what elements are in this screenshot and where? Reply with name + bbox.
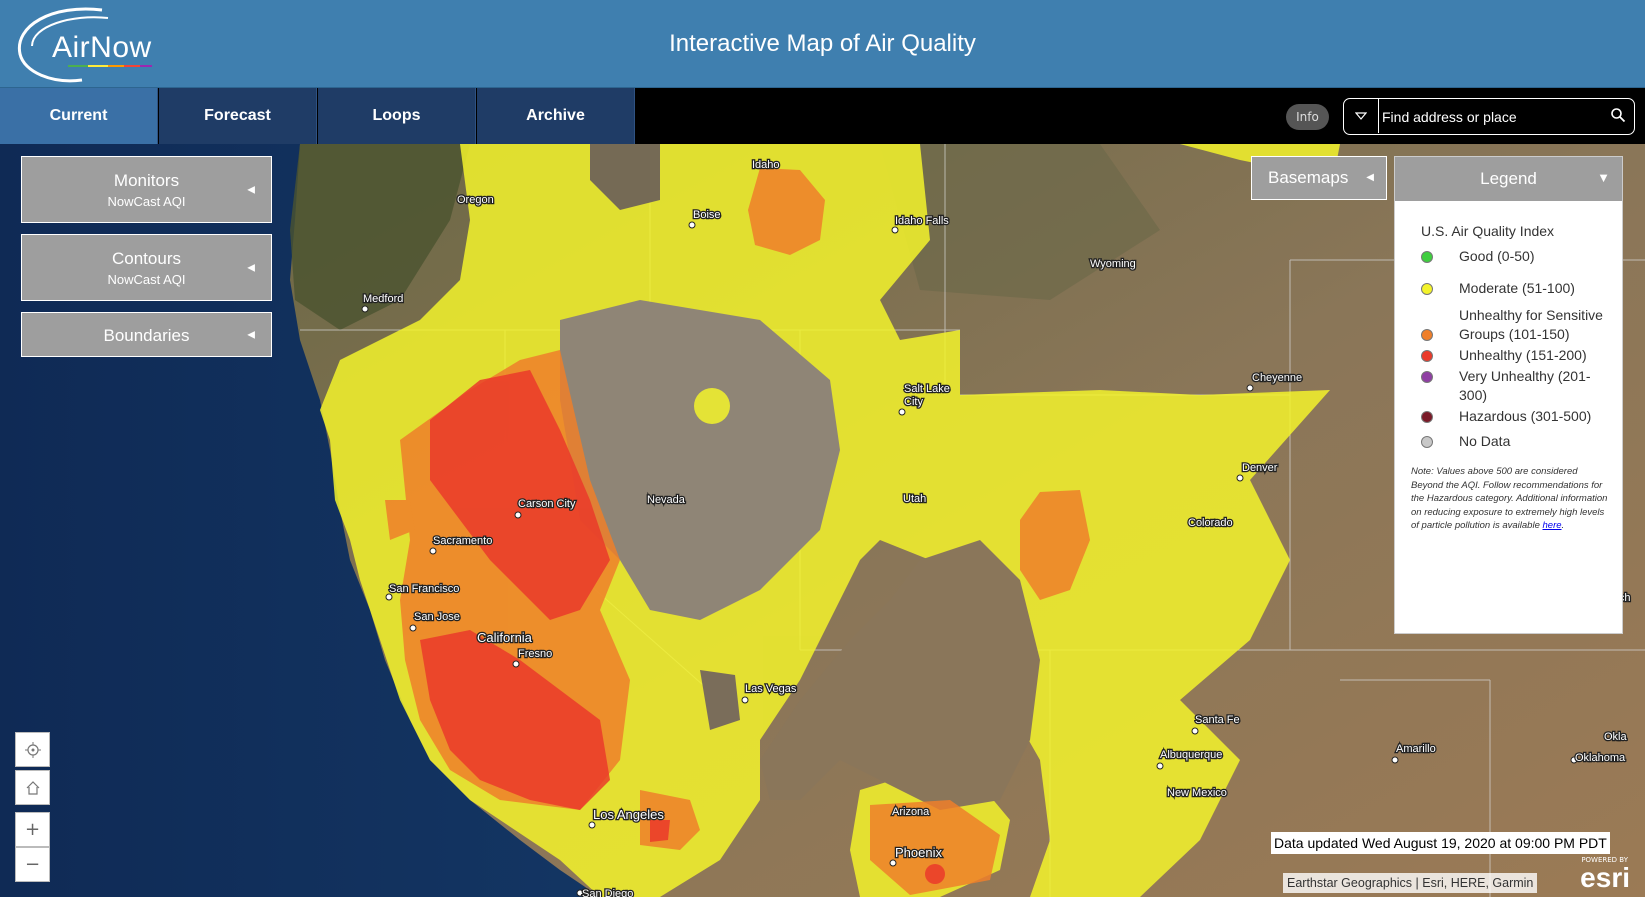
- unhealthy-swatch: [1421, 350, 1433, 362]
- label-amarillo: Amarillo: [1396, 743, 1436, 755]
- data-updated-text: Data updated Wed August 19, 2020 at 09:0…: [1271, 832, 1610, 854]
- caret-left-icon: ◀: [247, 329, 255, 340]
- tab-current[interactable]: Current: [0, 88, 158, 144]
- legend-header: Legend: [1480, 169, 1537, 188]
- hazardous-swatch: [1421, 411, 1433, 423]
- monitors-title: Monitors: [113, 171, 180, 190]
- monitors-panel-toggle[interactable]: Monitors NowCast AQI ◀: [21, 156, 272, 223]
- label-medford: Medford: [363, 293, 403, 305]
- tab-loops[interactable]: Loops: [318, 88, 476, 144]
- label-colorado: Colorado: [1188, 517, 1233, 529]
- esri-name: esri: [1580, 862, 1630, 893]
- home-button[interactable]: [15, 770, 50, 805]
- app-header: AirNow Interactive Map of Air Quality: [0, 0, 1645, 88]
- boundaries-panel-toggle[interactable]: Boundaries ◀: [21, 312, 272, 357]
- legend-note-link[interactable]: here: [1543, 520, 1562, 531]
- very-unhealthy-swatch: [1421, 371, 1433, 383]
- label-boise: Boise: [693, 209, 721, 221]
- label-idaho-falls: Idaho Falls: [895, 215, 949, 227]
- legend-label: Good (0-50): [1459, 248, 1535, 264]
- legend-label: Unhealthy for Sensitive Groups (101-150): [1459, 307, 1603, 342]
- caret-left-icon: ◀: [247, 262, 255, 273]
- usg-swatch: [1421, 329, 1433, 341]
- label-fresno: Fresno: [518, 648, 552, 660]
- home-icon: [26, 780, 39, 795]
- legend-item-unhealthy: Unhealthy (151-200): [1421, 346, 1622, 365]
- info-button[interactable]: Info: [1286, 104, 1329, 130]
- no-data-swatch: [1421, 436, 1433, 448]
- legend-item-very-unhealthy: Very Unhealthy (201-300): [1421, 367, 1622, 405]
- minus-icon: −: [24, 854, 41, 875]
- label-california: California: [477, 630, 533, 645]
- legend-note: Note: Values above 500 are considered Be…: [1411, 466, 1608, 531]
- basemaps-label: Basemaps: [1268, 168, 1349, 187]
- contours-panel-toggle[interactable]: Contours NowCast AQI ◀: [21, 234, 272, 301]
- legend-item-moderate: Moderate (51-100): [1421, 279, 1622, 298]
- label-new-mexico: New Mexico: [1167, 787, 1227, 799]
- legend-note-text: Note: Values above 500 are considered Be…: [1411, 466, 1608, 531]
- label-albuquerque: Albuquerque: [1160, 749, 1222, 761]
- contours-subtitle: NowCast AQI: [107, 272, 186, 287]
- legend-item-usg: Unhealthy for Sensitive Groups (101-150): [1421, 306, 1622, 344]
- label-san-francisco: San Francisco: [389, 583, 459, 595]
- locate-icon: [24, 741, 41, 758]
- legend-label: No Data: [1459, 433, 1511, 449]
- legend-label: Moderate (51-100): [1459, 280, 1575, 296]
- legend-title: U.S. Air Quality Index: [1421, 223, 1555, 239]
- moderate-swatch: [1421, 283, 1433, 295]
- tab-archive[interactable]: Archive: [477, 88, 635, 144]
- plus-icon: +: [24, 819, 41, 840]
- label-okla: Okla: [1604, 731, 1628, 743]
- label-carson-city: Carson City: [518, 498, 576, 510]
- label-arizona: Arizona: [892, 806, 930, 818]
- contours-title: Contours: [112, 249, 181, 268]
- label-san-diego: San Diego: [582, 888, 633, 897]
- legend-item-good: Good (0-50): [1421, 247, 1622, 266]
- zoom-in-button[interactable]: +: [15, 812, 50, 847]
- basemaps-toggle[interactable]: Basemaps ◀: [1251, 156, 1387, 200]
- label-cheyenne: Cheyenne: [1252, 372, 1302, 384]
- label-salt-lake-city: City: [904, 396, 923, 408]
- label-wyoming: Wyoming: [1090, 258, 1136, 270]
- label-phoenix: Phoenix: [895, 845, 942, 860]
- legend-label: Hazardous (301-500): [1459, 408, 1592, 424]
- zoom-out-button[interactable]: −: [15, 847, 50, 882]
- label-utah: Utah: [903, 493, 926, 505]
- caret-left-icon: ◀: [247, 184, 255, 195]
- search-input[interactable]: [1380, 102, 1604, 132]
- caret-down-icon: ▼: [1597, 170, 1610, 185]
- search-box: [1343, 98, 1635, 135]
- label-santa-fe: Santa Fe: [1195, 714, 1240, 726]
- monitors-subtitle: NowCast AQI: [107, 194, 186, 209]
- label-oklahoma: Oklahoma: [1575, 752, 1626, 764]
- label-las-vegas: Las Vegas: [745, 683, 797, 695]
- search-icon[interactable]: [1610, 107, 1626, 123]
- label-nevada: Nevada: [647, 494, 686, 506]
- caret-left-icon: ◀: [1366, 172, 1374, 183]
- label-los-angeles: Los Angeles: [593, 807, 664, 822]
- label-oregon: Oregon: [457, 194, 494, 206]
- label-salt-lake: Salt Lake: [904, 383, 950, 395]
- locate-button[interactable]: [15, 732, 50, 767]
- legend-label: Unhealthy (151-200): [1459, 347, 1587, 363]
- legend-toggle[interactable]: Legend ▼: [1395, 157, 1622, 201]
- map-attribution: Earthstar Geographics | Esri, HERE, Garm…: [1283, 873, 1538, 893]
- legend-label: Very Unhealthy (201-300): [1459, 368, 1591, 403]
- page-title: Interactive Map of Air Quality: [669, 30, 976, 57]
- search-source-dropdown[interactable]: [1344, 99, 1379, 133]
- tab-forecast[interactable]: Forecast: [159, 88, 317, 144]
- good-swatch: [1421, 251, 1433, 263]
- legend-item-hazardous: Hazardous (301-500): [1421, 407, 1622, 426]
- chevron-down-icon: [1355, 112, 1367, 120]
- legend-item-no-data: No Data: [1421, 432, 1622, 451]
- boundaries-title: Boundaries: [103, 326, 190, 345]
- label-denver: Denver: [1242, 462, 1278, 474]
- label-san-jose: San Jose: [414, 611, 460, 623]
- esri-logo[interactable]: POWERED BY esri: [1570, 853, 1634, 895]
- label-sacramento: Sacramento: [433, 535, 492, 547]
- label-idaho: Idaho: [752, 159, 780, 171]
- legend-panel: Legend ▼ U.S. Air Quality Index Good (0-…: [1394, 156, 1623, 634]
